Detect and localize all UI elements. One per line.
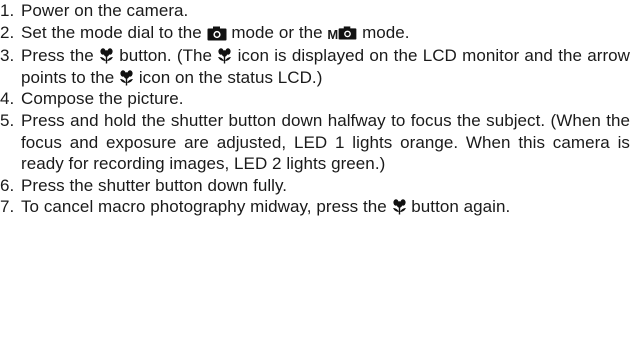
step-number: 4. [0, 89, 15, 109]
step-text: Compose the picture. [21, 89, 184, 109]
step-2: 2. Set the mode dial to the mode or the … [0, 22, 630, 46]
step-1: 1. Power on the camera. [0, 0, 630, 22]
manual-camera-icon: M [327, 24, 357, 46]
step-3: 3. Press the button. (The icon is displa… [0, 45, 630, 88]
step-text: Press the shutter button down fully. [21, 175, 288, 195]
step-number: 6. [0, 175, 15, 195]
step-number: 5. [0, 110, 15, 130]
step-5: 5. Press and hold the shutter button dow… [0, 110, 630, 175]
step-text-a: Set the mode dial to the [21, 22, 202, 42]
macro-flower-icon [392, 199, 407, 215]
manual-mode-letter: M [327, 26, 339, 42]
step-text-b: button. (The [119, 46, 213, 66]
step-text-a: To cancel macro photography midway, pres… [21, 197, 387, 217]
camera-icon [207, 26, 227, 41]
step-text-d: icon on the status LCD.) [138, 67, 323, 87]
step-6: 6. Press the shutter button down fully. [0, 175, 630, 197]
macro-flower-icon [119, 70, 134, 86]
step-number: 7. [0, 197, 15, 217]
step-text-c: mode. [362, 22, 410, 42]
step-text-b: mode or the [231, 22, 323, 42]
step-number: 3. [0, 46, 15, 66]
step-text: Power on the camera. [21, 1, 189, 20]
step-number: 1. [0, 1, 15, 20]
step-number: 2. [0, 22, 15, 42]
step-text-b: button again. [411, 197, 511, 217]
macro-flower-icon [99, 48, 114, 64]
step-7: 7. To cancel macro photography midway, p… [0, 196, 630, 218]
step-4: 4. Compose the picture. [0, 88, 630, 110]
step-text: Press and hold the shutter button down h… [21, 110, 630, 174]
instruction-page: 1. Power on the camera. 2. Set the mode … [0, 0, 630, 346]
macro-flower-icon [217, 48, 232, 64]
step-text-a: Press the [21, 46, 94, 66]
steps-list: 1. Power on the camera. 2. Set the mode … [0, 0, 630, 218]
